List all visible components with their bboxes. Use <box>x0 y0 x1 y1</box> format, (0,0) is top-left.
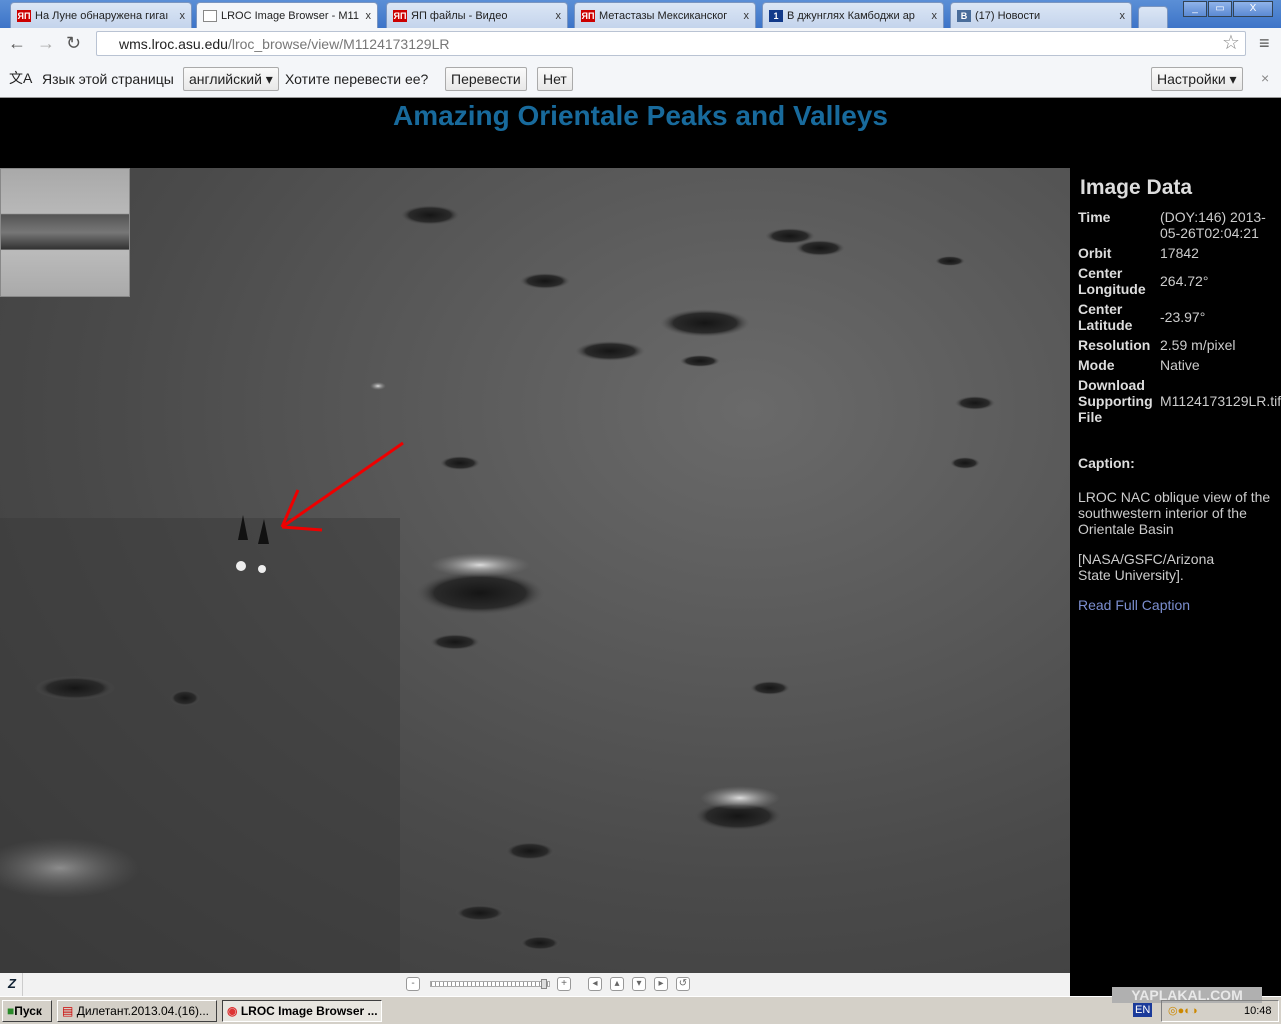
zoom-slider[interactable] <box>430 979 550 989</box>
task-pdf[interactable]: ▤ Дилетант.2013.04.(16)... <box>57 1000 217 1022</box>
field-key: Download Supporting File <box>1078 377 1153 425</box>
close-icon[interactable]: x <box>744 10 750 22</box>
system-tray: ◎●◐◑ 10:48 <box>1161 1000 1279 1022</box>
translate-icon: 文A <box>9 70 33 86</box>
field-value: 17842 <box>1160 245 1199 261</box>
pan-left-icon[interactable]: ◂ <box>588 977 602 991</box>
caption-label: Caption: <box>1078 455 1135 471</box>
url-host: wms.lroc.asu.edu <box>119 36 228 52</box>
field-key: Orbit <box>1078 245 1112 261</box>
field-value: 264.72° <box>1160 273 1209 289</box>
translate-bar: 文A Язык этой страницы английский ▾ Хотит… <box>0 59 1281 98</box>
tab-5[interactable]: В (17) Новости x <box>950 2 1132 28</box>
translate-button[interactable]: Перевести <box>445 67 527 91</box>
overview-minimap[interactable] <box>0 168 130 297</box>
field-key: Mode <box>1078 357 1115 373</box>
tab-label: На Луне обнаружена гигаı <box>35 9 169 22</box>
tab-label: ЯП файлы - Видео <box>411 9 508 22</box>
caption-text: LROC NAC oblique view of the southwester… <box>1078 489 1271 537</box>
pan-down-icon[interactable]: ▾ <box>632 977 646 991</box>
tab-2[interactable]: ЯП ЯП файлы - Видео x <box>386 2 568 28</box>
page-title: Amazing Orientale Peaks and Valleys <box>393 100 888 131</box>
reset-view-icon[interactable]: ↺ <box>676 977 690 991</box>
download-file-link[interactable]: M1124173129LR.tif <box>1160 393 1281 409</box>
language-select[interactable]: английский ▾ <box>183 67 279 91</box>
close-window-button[interactable]: X <box>1233 1 1273 17</box>
yaplakal-icon: ЯП <box>581 9 595 22</box>
panel-title: Image Data <box>1080 176 1193 199</box>
clock: 10:48 <box>1244 1005 1272 1017</box>
toolbar: ← → ↻ wms.lroc.asu.edu/lroc_browse/view/… <box>0 28 1281 59</box>
settings-button[interactable]: Настройки ▾ <box>1151 67 1243 91</box>
caption-credit: [NASA/GSFC/Arizona State University]. <box>1078 551 1215 583</box>
task-label: Дилетант.2013.04.(16)... <box>76 1004 210 1018</box>
close-icon[interactable]: x <box>932 10 938 22</box>
tab-4[interactable]: 1 В джунглях Камбоджи ар x <box>762 2 944 28</box>
field-key: Resolution <box>1078 337 1151 353</box>
channel-one-icon: 1 <box>769 9 783 22</box>
close-icon[interactable]: x <box>1120 10 1126 22</box>
new-tab-button[interactable] <box>1138 6 1168 28</box>
yaplakal-icon: ЯП <box>393 9 407 22</box>
pan-right-icon[interactable]: ▸ <box>654 977 668 991</box>
language-value: английский <box>189 71 262 87</box>
taskbar: ■Пуск ▤ Дилетант.2013.04.(16)... ◉ LROC … <box>0 987 1281 1024</box>
reload-icon[interactable]: ↻ <box>66 33 81 54</box>
task-label: LROC Image Browser ... <box>240 1004 378 1018</box>
no-button[interactable]: Нет <box>537 67 573 91</box>
field-value: 2.59 m/pixel <box>1160 337 1236 353</box>
close-icon[interactable]: × <box>1261 70 1269 86</box>
url-path: /lroc_browse/view/M1124173129LR <box>227 36 450 52</box>
star-icon[interactable]: ☆ <box>1222 30 1240 55</box>
lunar-image-viewer[interactable] <box>0 168 1070 973</box>
tab-label: LROC Image Browser - M11 <box>221 9 359 22</box>
close-icon[interactable]: x <box>556 10 562 22</box>
settings-label: Настройки <box>1157 71 1226 87</box>
page-icon <box>203 9 217 22</box>
field-key: Center Longitude <box>1078 265 1146 297</box>
field-value: -23.97° <box>1160 309 1206 325</box>
field-value: (DOY:146) 2013-05-26T02:04:21 <box>1160 209 1266 241</box>
field-value: Native <box>1160 357 1200 373</box>
tab-1[interactable]: LROC Image Browser - M11 x <box>196 2 378 28</box>
start-label: Пуск <box>14 1004 42 1018</box>
chrome-icon: ◉ <box>227 1004 238 1018</box>
pan-up-icon[interactable]: ▴ <box>610 977 624 991</box>
red-arrow-annotation <box>280 441 404 532</box>
zoom-slider-thumb[interactable] <box>541 979 547 989</box>
task-chrome[interactable]: ◉ LROC Image Browser ... <box>222 1000 382 1022</box>
page-language-label: Язык этой страницы <box>42 71 174 87</box>
zoom-out-button[interactable]: - <box>406 977 420 991</box>
lunar-image <box>0 205 995 973</box>
minimize-button[interactable]: _ <box>1183 1 1207 17</box>
pdf-icon: ▤ <box>62 1004 74 1018</box>
read-full-caption-link[interactable]: Read Full Caption <box>1078 597 1278 613</box>
image-data-panel: Image Data Time (DOY:146) 2013-05-26T02:0… <box>1070 168 1281 996</box>
address-bar[interactable]: wms.lroc.asu.edu/lroc_browse/view/M11241… <box>96 31 1246 56</box>
tab-label: В джунглях Камбоджи ар <box>787 9 915 22</box>
menu-icon[interactable]: ≡ <box>1259 33 1270 54</box>
yaplakal-icon: ЯП <box>17 9 31 22</box>
zoom-logo: Z <box>8 976 16 991</box>
maximize-button[interactable]: ▭ <box>1208 1 1232 17</box>
tray-icons[interactable]: ◎●◐◑ <box>1168 1004 1198 1017</box>
tab-0[interactable]: ЯП На Луне обнаружена гигаı x <box>10 2 192 28</box>
tab-strip: ЯП На Луне обнаружена гигаı x LROC Image B… <box>0 0 1281 28</box>
zoom-in-button[interactable]: + <box>557 977 571 991</box>
zoom-toolbar: Z - + ◂ ▴ ▾ ▸ ↺ <box>0 973 1070 996</box>
field-key: Center Latitude <box>1078 301 1133 333</box>
field-key: Time <box>1078 209 1111 225</box>
close-icon[interactable]: x <box>180 10 186 22</box>
language-indicator[interactable]: EN <box>1133 1003 1153 1017</box>
translate-question: Хотите перевести ее? <box>285 71 429 87</box>
tab-label: Метастазы Мексиканског <box>599 9 728 22</box>
start-button[interactable]: ■Пуск <box>2 1000 52 1022</box>
forward-icon[interactable]: → <box>37 33 55 54</box>
tab-label: (17) Новости <box>975 9 1041 22</box>
back-icon[interactable]: ← <box>8 33 26 54</box>
tab-3[interactable]: ЯП Метастазы Мексиканског x <box>574 2 756 28</box>
vk-icon: В <box>957 9 971 22</box>
close-icon[interactable]: x <box>366 10 372 22</box>
